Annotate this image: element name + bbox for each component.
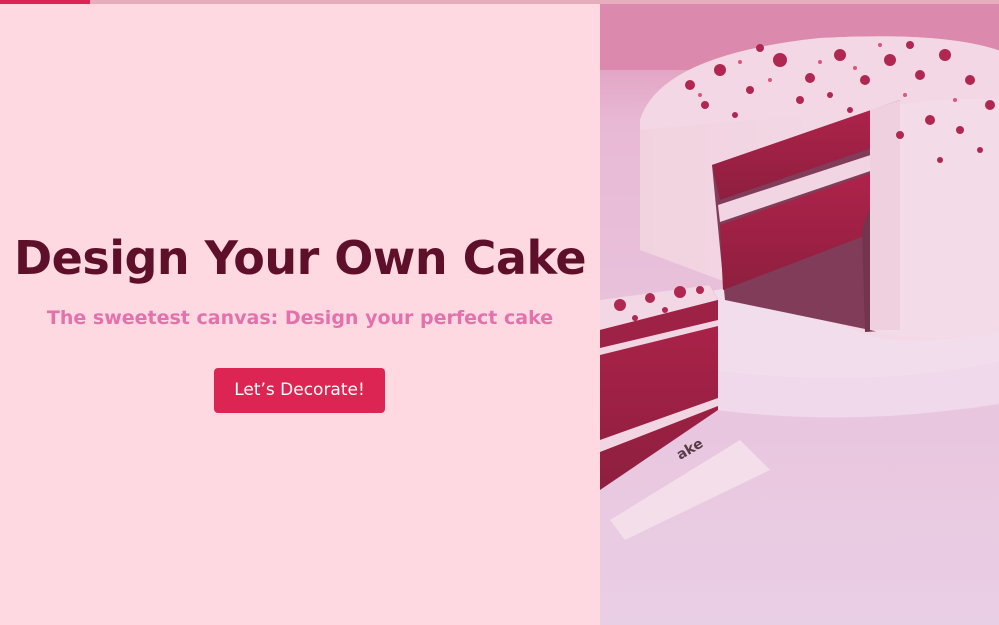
- hero-panel: Design Your Own Cake The sweetest canvas…: [0, 0, 600, 625]
- lets-decorate-button[interactable]: Let’s Decorate!: [214, 368, 385, 413]
- cake-image: ake: [600, 0, 999, 625]
- progress-bar-fill: [0, 0, 90, 4]
- progress-bar: [0, 0, 999, 4]
- hero-subtitle: The sweetest canvas: Design your perfect…: [46, 307, 554, 329]
- red-velvet-cake-illustration: ake: [600, 0, 999, 625]
- hero-title: Design Your Own Cake: [13, 231, 587, 285]
